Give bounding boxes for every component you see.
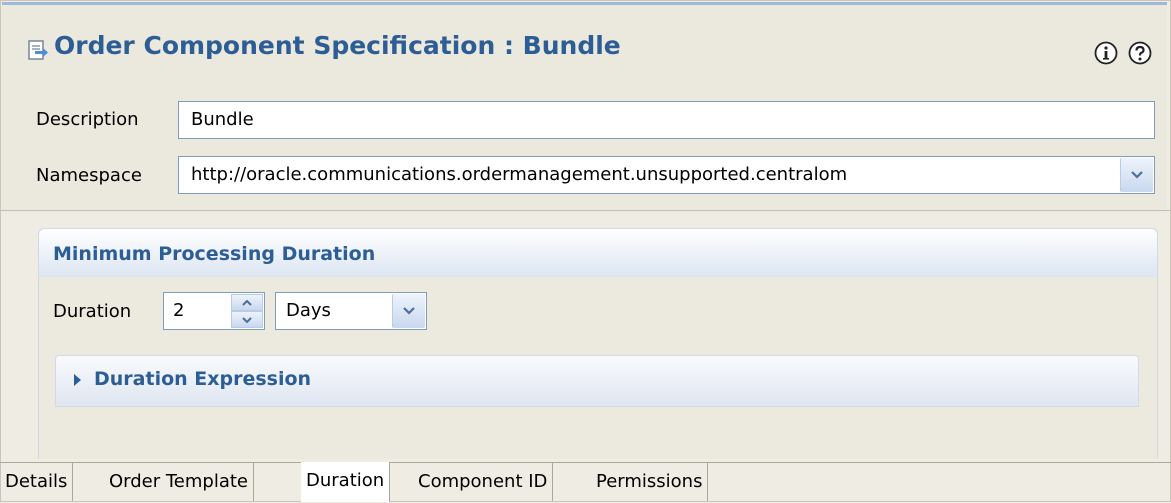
help-icon[interactable]: [1127, 40, 1153, 66]
min-duration-section: Minimum Processing Duration Duration 2 D…: [38, 228, 1158, 459]
duration-unit-select[interactable]: Days: [275, 292, 427, 330]
tab-label: Order Template: [109, 471, 249, 492]
tab-label: Duration: [306, 470, 385, 491]
chevron-down-icon: [403, 307, 415, 315]
tab-order-template[interactable]: Order Template: [104, 463, 255, 501]
tab-duration[interactable]: Duration: [301, 462, 391, 502]
document-icon: [28, 40, 48, 60]
namespace-value: http://oracle.communications.ordermanage…: [191, 164, 848, 185]
tab-label: Component ID: [418, 471, 548, 492]
duration-expression-title: Duration Expression: [94, 368, 312, 390]
page-title: Order Component Specification : Bundle: [54, 31, 621, 60]
tab-label: Permissions: [596, 471, 703, 492]
tab-label: Details: [5, 471, 68, 492]
duration-spinner[interactable]: 2: [163, 292, 265, 330]
editor-tab-bar: Details Order Template Duration Componen…: [0, 462, 1171, 503]
chevron-down-icon: [1131, 171, 1143, 179]
description-input[interactable]: Bundle: [178, 101, 1155, 139]
duration-expression-toggle[interactable]: Duration Expression: [55, 355, 1139, 407]
section-header: Minimum Processing Duration: [39, 229, 1157, 277]
unit-value: Days: [286, 300, 331, 321]
unit-dropdown-button[interactable]: [392, 294, 425, 328]
info-icon[interactable]: [1093, 40, 1119, 66]
chevron-up-icon: [242, 299, 252, 306]
tab-component-id[interactable]: Component ID: [413, 463, 554, 501]
namespace-label: Namespace: [36, 165, 142, 186]
spin-up-button[interactable]: [231, 294, 263, 311]
tab-permissions[interactable]: Permissions: [591, 463, 709, 501]
chevron-down-icon: [242, 316, 252, 323]
spinner-buttons: [231, 294, 263, 328]
spin-down-button[interactable]: [231, 311, 263, 328]
namespace-combo[interactable]: http://oracle.communications.ordermanage…: [178, 156, 1155, 194]
description-label: Description: [36, 109, 139, 130]
namespace-dropdown-button[interactable]: [1120, 158, 1153, 192]
expand-arrow-icon: [74, 374, 81, 386]
header-divider: [0, 210, 1171, 211]
editor-header: Order Component Specification : Bundle D…: [2, 2, 1167, 212]
duration-label: Duration: [53, 301, 132, 322]
section-title: Minimum Processing Duration: [53, 243, 376, 265]
duration-value: 2: [173, 300, 185, 321]
tab-details[interactable]: Details: [0, 463, 74, 501]
